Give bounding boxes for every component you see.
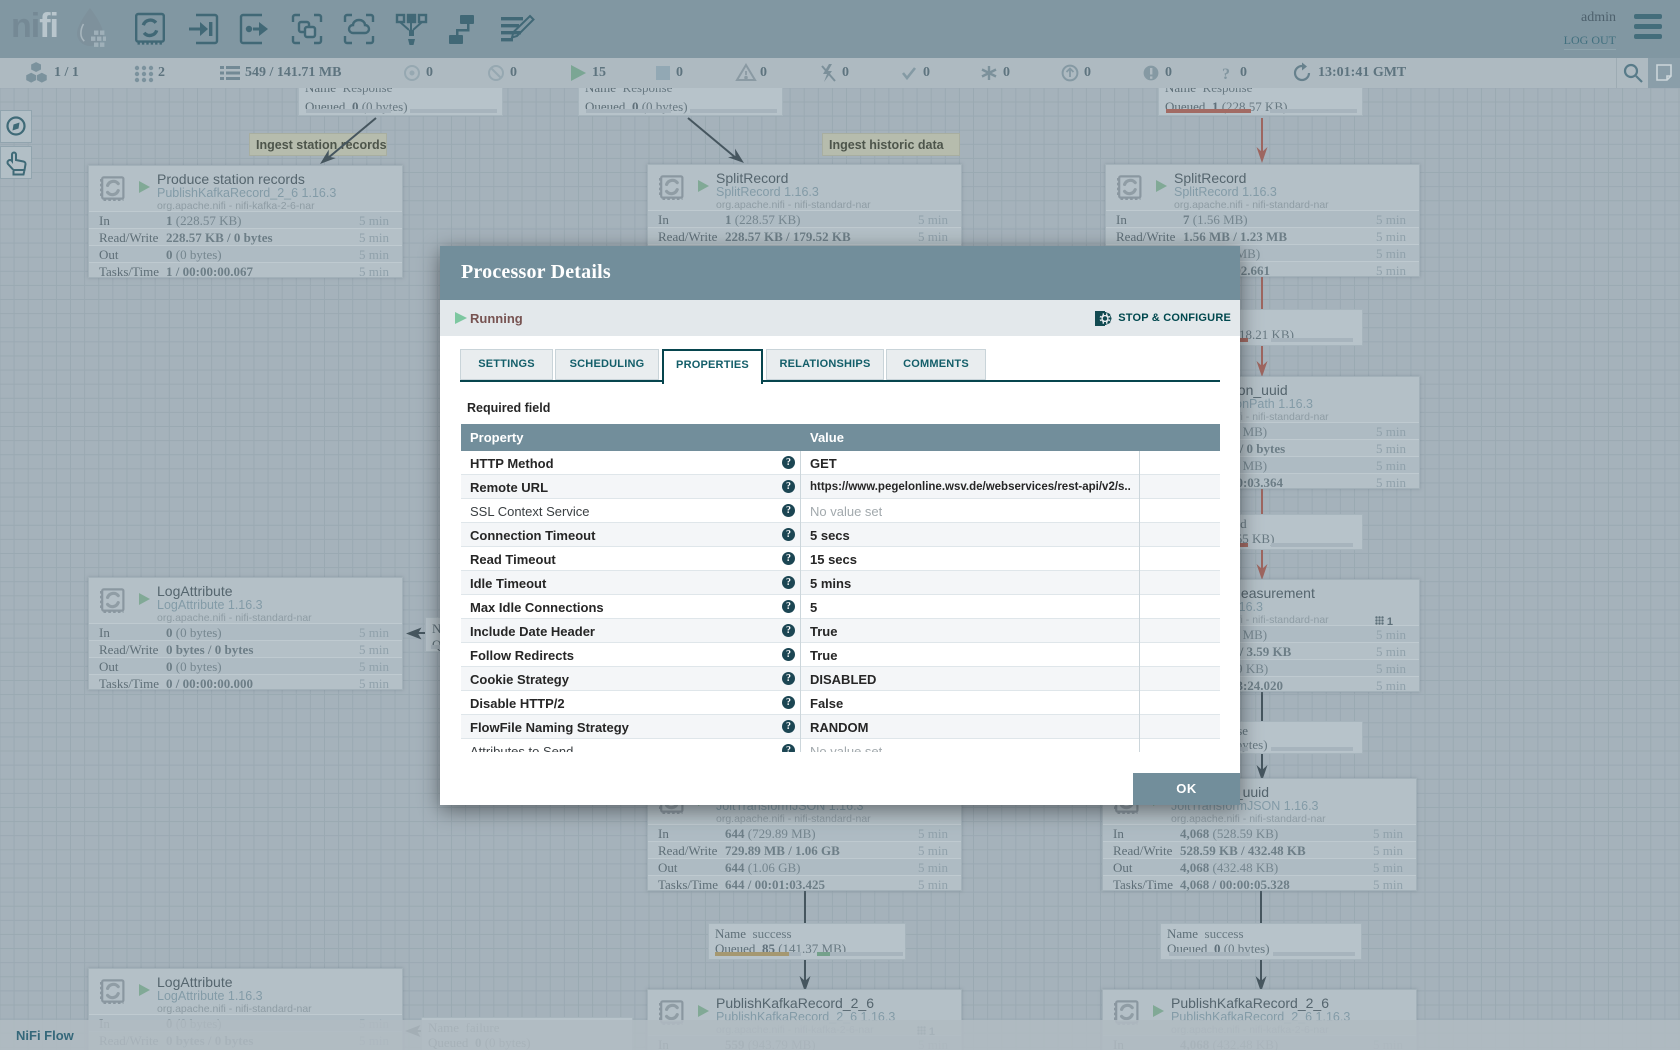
svg-text:?: ? <box>1222 66 1230 83</box>
